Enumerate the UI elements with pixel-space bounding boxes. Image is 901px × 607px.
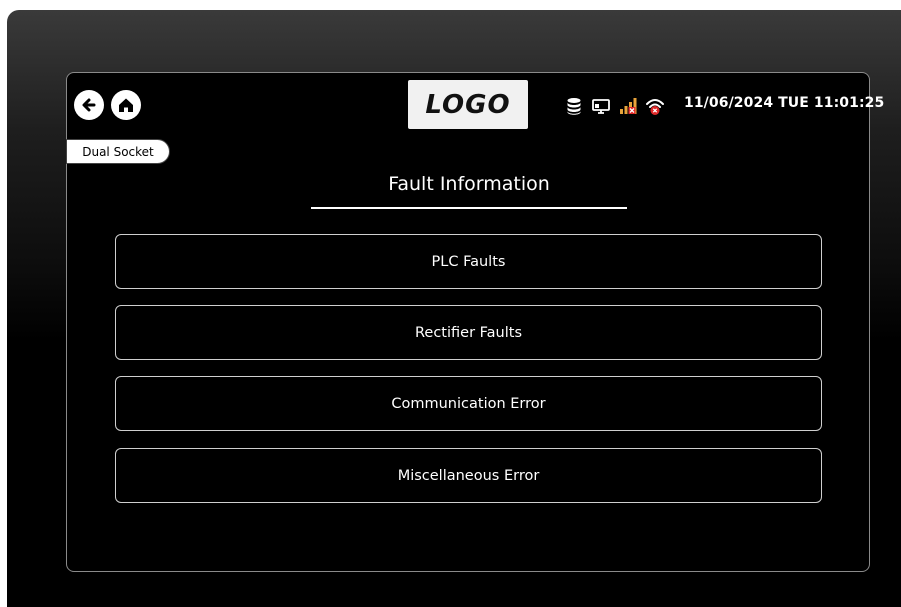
back-arrow-icon: [82, 98, 96, 112]
miscellaneous-error-button[interactable]: Miscellaneous Error: [115, 448, 822, 503]
plc-faults-button[interactable]: PLC Faults: [115, 234, 822, 289]
datetime-display: 11/06/2024 TUE 11:01:25: [684, 95, 885, 111]
brand-logo: LOGO: [408, 80, 528, 129]
hmi-screen: LOGO 11/06/2024 TUE 11:01:25 Dual Socket…: [66, 72, 884, 572]
rectifier-faults-button[interactable]: Rectifier Faults: [115, 305, 822, 360]
monitor-icon: [591, 95, 611, 117]
communication-error-button[interactable]: Communication Error: [115, 376, 822, 431]
database-icon: [564, 95, 584, 117]
dual-socket-tab[interactable]: Dual Socket: [66, 139, 170, 164]
home-icon: [119, 98, 133, 112]
device-bezel: LOGO 11/06/2024 TUE 11:01:25 Dual Socket…: [7, 10, 901, 607]
title-underline: [311, 207, 627, 209]
status-bar: [564, 94, 665, 118]
wifi-error-icon: [645, 95, 665, 117]
back-button[interactable]: [74, 90, 104, 120]
home-button[interactable]: [111, 90, 141, 120]
page-title: Fault Information: [388, 173, 550, 195]
signal-bars-error-icon: [618, 95, 638, 117]
